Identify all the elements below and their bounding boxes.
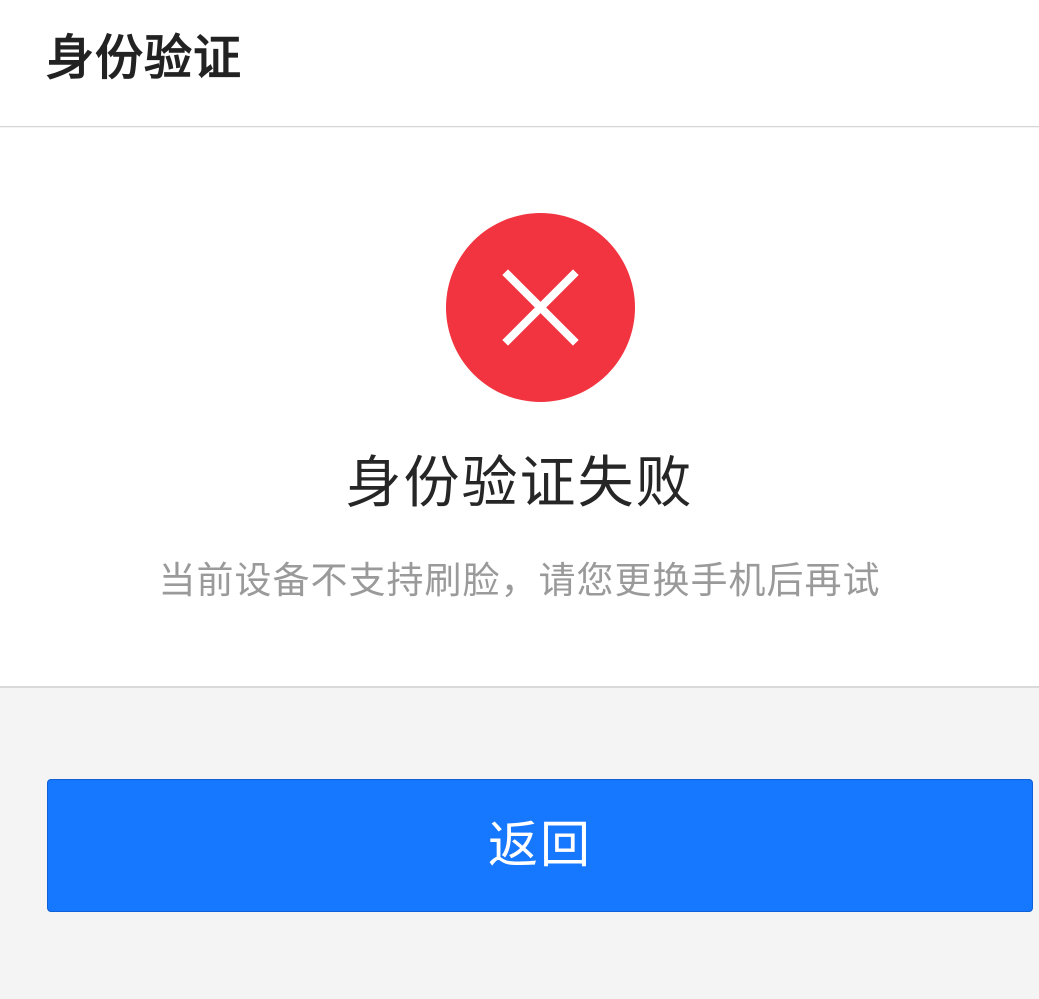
result-message: 当前设备不支持刷脸，请您更换手机后再试 xyxy=(158,559,881,602)
back-button[interactable]: 返回 xyxy=(47,779,1033,912)
page-header: 身份验证 xyxy=(0,0,1039,127)
page-title: 身份验证 xyxy=(46,30,243,86)
result-title: 身份验证失败 xyxy=(345,451,694,516)
result-panel: 身份验证失败 当前设备不支持刷脸，请您更换手机后再试 xyxy=(0,128,1039,688)
close-icon xyxy=(446,213,635,402)
